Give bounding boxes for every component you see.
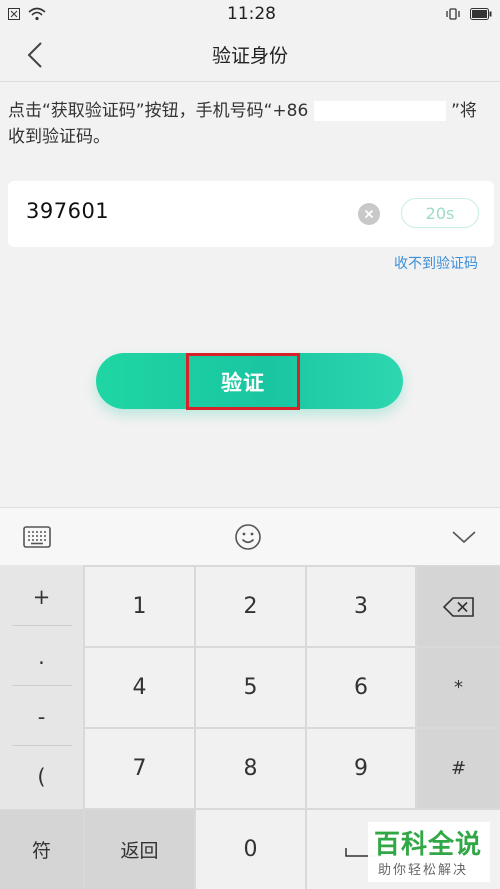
instruction-text: 点击“获取验证码”按钮，手机号码“+86 ”将收到验证码。 (8, 98, 492, 150)
status-time: 11:28 (227, 4, 276, 24)
wifi-icon (28, 7, 46, 21)
key-9[interactable]: 9 (307, 729, 415, 808)
key-dot[interactable]: . (0, 627, 83, 687)
vibrate-icon (444, 7, 462, 21)
keyboard-icon[interactable] (19, 520, 55, 554)
key-3[interactable]: 3 (307, 567, 415, 646)
instruction-before: 点击“获取验证码”按钮，手机号码“+86 (8, 101, 309, 121)
key-7[interactable]: 7 (85, 729, 194, 808)
key-plus[interactable]: + (0, 567, 83, 627)
key-2[interactable]: 2 (196, 567, 305, 646)
status-bar: 11:28 (0, 0, 500, 28)
emoji-icon[interactable] (230, 520, 266, 554)
key-return[interactable]: 返回 (85, 810, 194, 889)
verify-button-highlight[interactable]: 验证 (186, 353, 300, 410)
page-title: 验证身份 (211, 45, 288, 67)
key-8[interactable]: 8 (196, 729, 305, 808)
clear-icon[interactable] (358, 203, 380, 225)
key-symbols[interactable]: 符 (0, 810, 83, 889)
watermark-title: 百科全说 (374, 830, 483, 860)
key-paren[interactable]: ( (0, 747, 83, 807)
divider (12, 685, 72, 686)
chevron-left-icon (27, 42, 42, 68)
backspace-icon (442, 596, 474, 617)
key-5[interactable]: 5 (196, 648, 305, 727)
key-hash[interactable]: # (417, 729, 500, 808)
key-6[interactable]: 6 (307, 648, 415, 727)
nav-bar: 验证身份 (0, 28, 500, 82)
no-code-received-link[interactable]: 收不到验证码 (394, 253, 478, 273)
symbol-column: + . - ( (0, 565, 83, 809)
key-asterisk[interactable]: * (417, 648, 500, 727)
battery-icon (470, 8, 492, 20)
resend-countdown-button[interactable]: 20s (401, 198, 479, 228)
key-0[interactable]: 0 (196, 810, 305, 889)
watermark-subtitle: 助你轻松解决 (378, 863, 469, 878)
key-minus[interactable]: - (0, 687, 83, 747)
masked-phone-number (313, 101, 446, 121)
verify-button-label: 验证 (221, 370, 265, 395)
key-4[interactable]: 4 (85, 648, 194, 727)
chevron-down-icon[interactable] (446, 520, 482, 554)
sim-icon (8, 8, 20, 20)
divider (12, 625, 72, 626)
status-right (444, 7, 492, 21)
verification-code-input[interactable]: 397601 (26, 199, 109, 223)
keyboard-toolbar (0, 507, 500, 565)
back-button[interactable] (18, 38, 52, 72)
verification-code-card: 397601 20s (8, 181, 494, 247)
status-left (8, 7, 46, 21)
watermark-logo: 百科全说 助你轻松解决 (368, 822, 490, 882)
backspace-key[interactable] (417, 567, 500, 646)
divider (12, 745, 72, 746)
key-1[interactable]: 1 (85, 567, 194, 646)
